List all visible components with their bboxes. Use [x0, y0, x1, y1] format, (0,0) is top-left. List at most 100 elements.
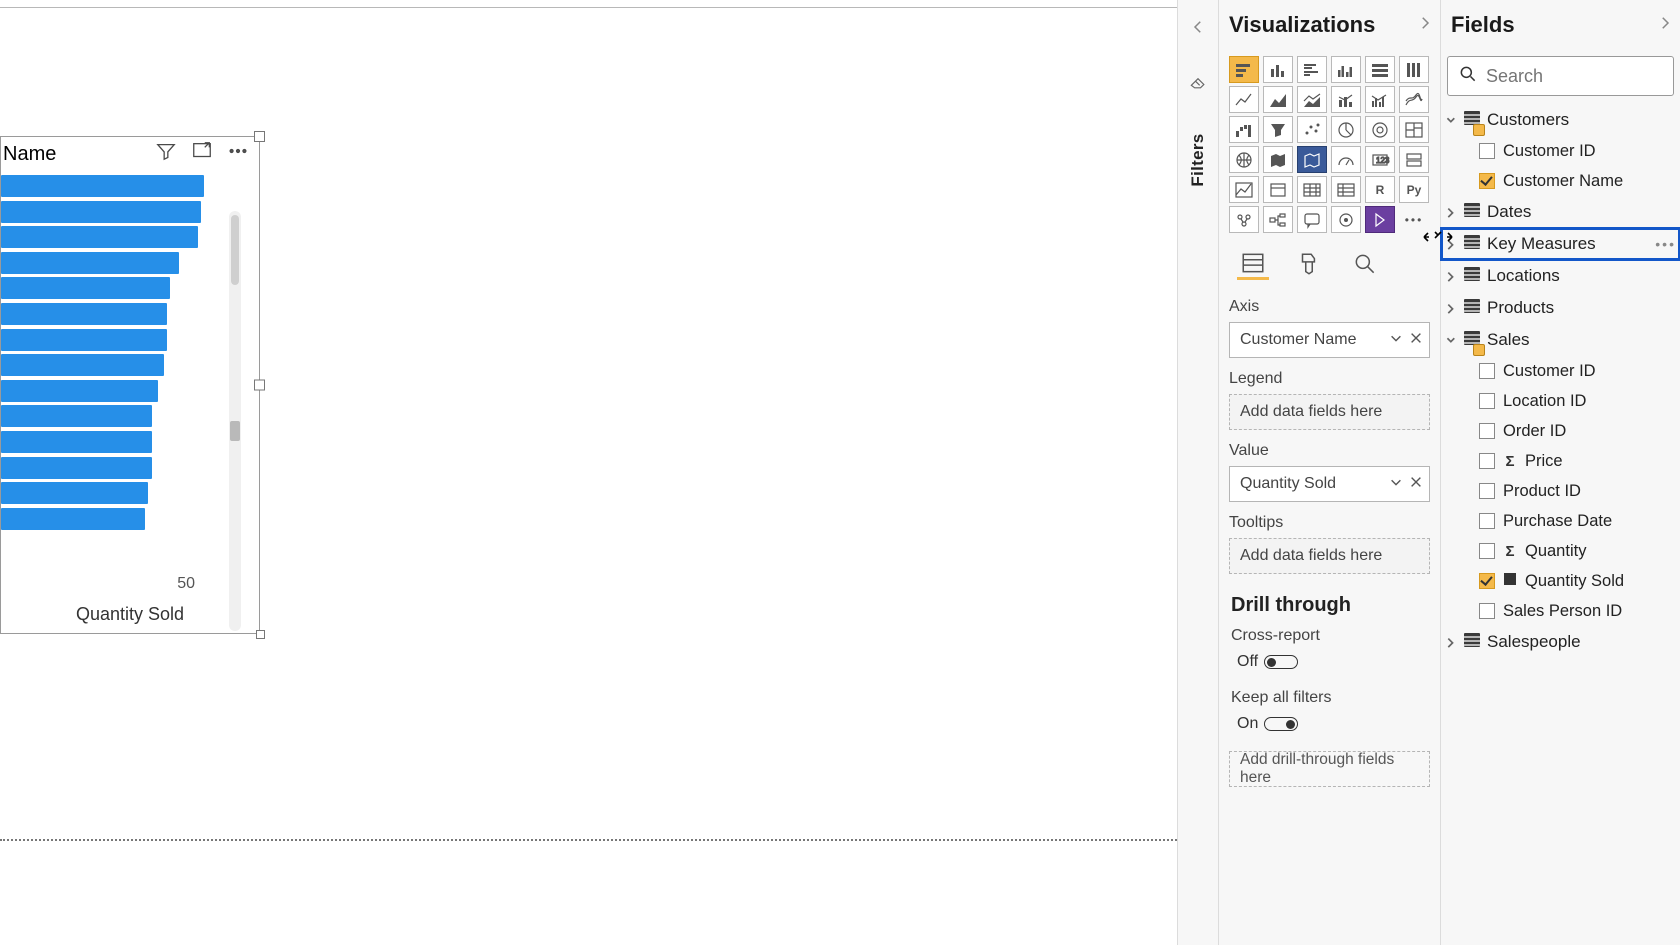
scrollbar-grab[interactable]: [230, 421, 240, 441]
viz-100-stacked-bar-icon[interactable]: [1365, 56, 1395, 83]
field-row[interactable]: Location ID: [1441, 386, 1680, 416]
field-row[interactable]: ΣQuantity: [1441, 536, 1680, 566]
filters-pane-collapsed[interactable]: Filters: [1177, 0, 1219, 945]
viz-python-icon[interactable]: Py: [1399, 176, 1429, 203]
field-row[interactable]: Product ID: [1441, 476, 1680, 506]
tab-format[interactable]: [1293, 248, 1325, 280]
viz-waterfall-icon[interactable]: [1229, 116, 1259, 143]
bar[interactable]: [1, 252, 179, 274]
scrollbar-thumb[interactable]: [231, 215, 239, 285]
bar[interactable]: [1, 508, 145, 530]
bar[interactable]: [1, 431, 152, 453]
bar[interactable]: [1, 175, 204, 197]
axis-field-well[interactable]: Customer Name: [1229, 322, 1430, 358]
viz-area-icon[interactable]: [1263, 86, 1293, 113]
collapse-fields-icon[interactable]: [1656, 12, 1674, 38]
viz-kpi-icon[interactable]: [1229, 176, 1259, 203]
bar[interactable]: [1, 405, 152, 427]
expand-table-icon[interactable]: [1443, 206, 1457, 218]
viz-line-icon[interactable]: [1229, 86, 1259, 113]
table-row[interactable]: Locations: [1441, 260, 1680, 292]
viz-stacked-bar-icon[interactable]: [1229, 56, 1259, 83]
field-checkbox[interactable]: [1479, 423, 1495, 439]
expand-filters-icon[interactable]: [1189, 18, 1207, 41]
viz-treemap-icon[interactable]: [1399, 116, 1429, 143]
table-row[interactable]: Dates: [1441, 196, 1680, 228]
viz-matrix-icon[interactable]: [1331, 176, 1361, 203]
viz-map-icon[interactable]: [1229, 146, 1259, 173]
viz-line-clustered-column-icon[interactable]: [1365, 86, 1395, 113]
table-row[interactable]: Products: [1441, 292, 1680, 324]
field-row[interactable]: ΣPrice: [1441, 446, 1680, 476]
table-row[interactable]: Sales: [1441, 324, 1680, 356]
field-row[interactable]: Customer ID: [1441, 136, 1680, 166]
table-row[interactable]: Customers: [1441, 104, 1680, 136]
tab-fields-well[interactable]: [1237, 248, 1269, 280]
bar[interactable]: [1, 482, 148, 504]
table-row[interactable]: Key Measures•••: [1441, 228, 1680, 260]
cross-report-toggle[interactable]: [1264, 655, 1298, 669]
bar[interactable]: [1, 380, 158, 402]
keep-all-filters-toggle[interactable]: [1264, 717, 1298, 731]
bar[interactable]: [1, 354, 164, 376]
viz-powerapps-icon[interactable]: [1365, 206, 1395, 233]
viz-funnel-icon[interactable]: [1263, 116, 1293, 143]
expand-table-icon[interactable]: [1443, 270, 1457, 282]
field-checkbox[interactable]: [1479, 513, 1495, 529]
field-checkbox[interactable]: [1479, 453, 1495, 469]
viz-clustered-bar-icon[interactable]: [1297, 56, 1327, 83]
viz-card-icon[interactable]: 123: [1365, 146, 1395, 173]
viz-stacked-column-icon[interactable]: [1263, 56, 1293, 83]
field-checkbox[interactable]: [1479, 173, 1495, 189]
collapse-visualizations-icon[interactable]: [1416, 12, 1434, 38]
expand-table-icon[interactable]: [1443, 302, 1457, 314]
chart-visual-container[interactable]: Name 50 Quantity Sold: [0, 136, 260, 634]
bar[interactable]: [1, 277, 170, 299]
table-row[interactable]: Salespeople: [1441, 626, 1680, 658]
bar[interactable]: [1, 457, 152, 479]
field-row[interactable]: Customer ID: [1441, 356, 1680, 386]
visual-more-options-icon[interactable]: [227, 140, 249, 168]
report-canvas[interactable]: Name 50 Quantity Sold: [0, 7, 1177, 945]
viz-pie-icon[interactable]: [1331, 116, 1361, 143]
field-checkbox[interactable]: [1479, 143, 1495, 159]
fields-search[interactable]: [1447, 56, 1674, 96]
legend-field-well[interactable]: Add data fields here: [1229, 394, 1430, 430]
viz-stacked-area-icon[interactable]: [1297, 86, 1327, 113]
bar[interactable]: [1, 329, 167, 351]
viz-donut-icon[interactable]: [1365, 116, 1395, 143]
viz-filled-map-icon[interactable]: [1263, 146, 1293, 173]
viz-r-script-icon[interactable]: R: [1365, 176, 1395, 203]
viz-shape-map-icon[interactable]: [1297, 146, 1327, 173]
field-checkbox[interactable]: [1479, 363, 1495, 379]
bar[interactable]: [1, 226, 198, 248]
viz-100-stacked-column-icon[interactable]: [1399, 56, 1429, 83]
tab-analytics[interactable]: [1349, 248, 1381, 280]
search-input[interactable]: [1486, 66, 1680, 87]
field-row[interactable]: Purchase Date: [1441, 506, 1680, 536]
field-row[interactable]: Customer Name: [1441, 166, 1680, 196]
viz-paginated-report-icon[interactable]: [1331, 206, 1361, 233]
viz-clustered-column-icon[interactable]: [1331, 56, 1361, 83]
expand-table-icon[interactable]: [1443, 636, 1457, 648]
viz-qna-icon[interactable]: [1297, 206, 1327, 233]
viz-multi-row-card-icon[interactable]: [1399, 146, 1429, 173]
expand-table-icon[interactable]: [1443, 114, 1457, 126]
field-row[interactable]: Order ID: [1441, 416, 1680, 446]
viz-line-stacked-column-icon[interactable]: [1331, 86, 1361, 113]
axis-field-dropdown-icon[interactable]: [1389, 331, 1403, 350]
axis-field-remove-icon[interactable]: [1409, 331, 1423, 350]
viz-gauge-icon[interactable]: [1331, 146, 1361, 173]
field-checkbox[interactable]: [1479, 603, 1495, 619]
bar[interactable]: [1, 201, 201, 223]
chart-scrollbar[interactable]: [229, 211, 241, 631]
viz-table-icon[interactable]: [1297, 176, 1327, 203]
field-checkbox[interactable]: [1479, 393, 1495, 409]
filter-icon[interactable]: [155, 140, 177, 168]
tooltips-field-well[interactable]: Add data fields here: [1229, 538, 1430, 574]
viz-slicer-icon[interactable]: [1263, 176, 1293, 203]
focus-mode-icon[interactable]: [191, 140, 213, 168]
viz-get-more-visuals-icon[interactable]: [1399, 206, 1429, 233]
table-more-options-icon[interactable]: •••: [1655, 236, 1676, 252]
field-row[interactable]: Sales Person ID: [1441, 596, 1680, 626]
